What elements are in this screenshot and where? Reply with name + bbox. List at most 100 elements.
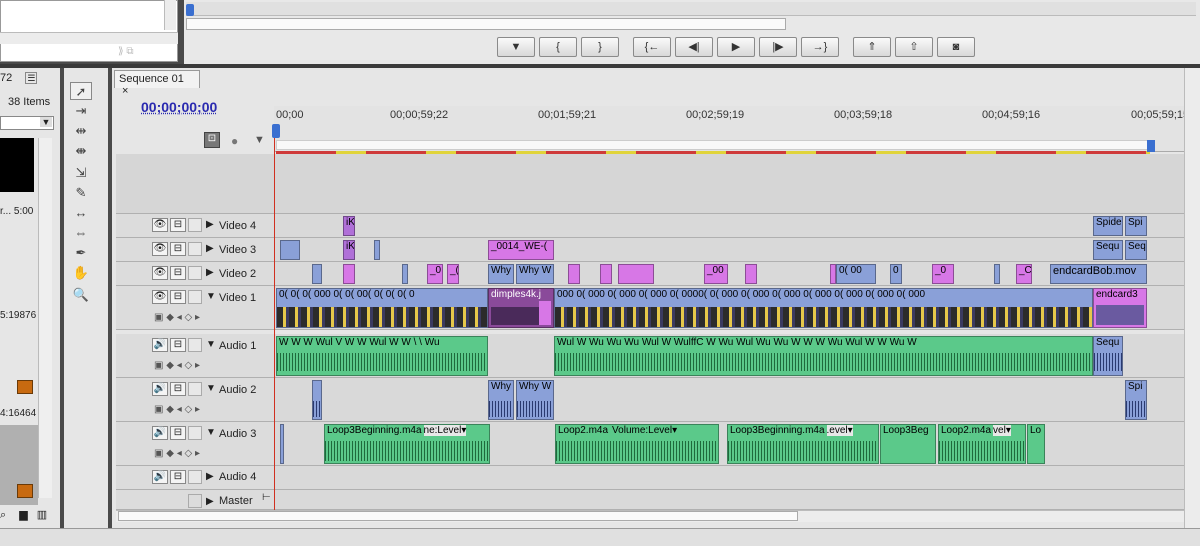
clip-v2-e[interactable]: _( <box>447 264 459 284</box>
rolling-edit-tool-icon[interactable]: ⇼ <box>70 142 92 160</box>
clip-v2-why2[interactable]: Why W <box>516 264 554 284</box>
sync-lock-icon[interactable]: ⊟ <box>170 382 186 396</box>
chevron-right-icon[interactable]: ▶ <box>206 496 214 507</box>
slip-tool-icon[interactable]: ↔ <box>70 204 92 222</box>
export-frame-button[interactable]: ◙ <box>937 37 975 57</box>
clip-a2-why1[interactable]: Why <box>488 380 514 420</box>
clip-a3-loop3beg[interactable]: Loop3Beg <box>880 424 936 464</box>
clip-v2-g[interactable] <box>600 264 612 284</box>
track-lock-icon[interactable] <box>188 266 202 280</box>
clip-v2-m[interactable]: 0 <box>890 264 902 284</box>
eye-icon[interactable]: 👁 <box>152 290 168 304</box>
clip-v1-dimples[interactable]: dimples4k.j <box>488 288 554 328</box>
track-lock-icon[interactable] <box>188 242 202 256</box>
chevron-down-icon[interactable]: ▼ <box>206 291 216 302</box>
clip-v3-small2[interactable] <box>374 240 380 260</box>
track-lock-icon[interactable] <box>188 426 202 440</box>
clip-v3-sequ[interactable]: Sequ <box>1093 240 1123 260</box>
chevron-right-icon[interactable]: ▶ <box>206 267 214 278</box>
rate-stretch-tool-icon[interactable]: ⇲ <box>70 164 92 182</box>
monitor-playhead-icon[interactable] <box>186 4 194 16</box>
clip-v1-main-a[interactable]: 0( 0( 0( 000 0( 0( 00( 0( 0( 0( 0 <box>276 288 488 328</box>
clip-v2-why1[interactable]: Why <box>488 264 514 284</box>
a3-volume-label[interactable]: Volume:Level▾ <box>612 425 677 436</box>
track-lock-icon[interactable] <box>188 218 202 232</box>
chevron-down-icon[interactable]: ▼ <box>206 339 216 350</box>
go-to-out-button[interactable]: →} <box>801 37 839 57</box>
speaker-icon[interactable]: 🔊 <box>152 382 168 396</box>
chevron-right-icon[interactable]: ▶ <box>206 219 214 230</box>
chevron-right-icon[interactable]: ▶ <box>206 471 214 482</box>
marker-icon[interactable]: ▼ <box>254 134 265 146</box>
a3-level2-label[interactable]: .evel▾ <box>826 425 853 436</box>
track-lock-icon[interactable] <box>188 290 202 304</box>
clip-a3-lo[interactable]: Lo <box>1027 424 1045 464</box>
clip-v2-o[interactable] <box>994 264 1000 284</box>
clip-v2-f[interactable] <box>568 264 580 284</box>
mark-in-button[interactable]: { <box>539 37 577 57</box>
play-button[interactable]: ▶ <box>717 37 755 57</box>
snap-icon[interactable]: ⊡ <box>204 132 220 148</box>
keyframe-nav-icon[interactable]: ▣ ◆ ◂ ◇ ▸ <box>154 312 200 323</box>
timeline-hscroll-thumb[interactable] <box>118 511 798 521</box>
clip-a3-loop3a[interactable]: Loop3Beginning.m4a ne:Level▾ <box>324 424 490 464</box>
clip-v3-we[interactable]: _0014_WE-( <box>488 240 554 260</box>
keyframe-nav-icon[interactable]: ▣ ◆ ◂ ◇ ▸ <box>154 404 200 415</box>
speaker-icon[interactable]: 🔊 <box>152 426 168 440</box>
sync-lock-icon[interactable]: ⊟ <box>170 266 186 280</box>
track-lock-icon[interactable] <box>188 338 202 352</box>
clip-v2-l[interactable]: 0( 00 <box>836 264 876 284</box>
clip-a1-sequ[interactable]: Sequ <box>1093 336 1123 376</box>
track-select-tool-icon[interactable]: ⇥ <box>70 102 92 120</box>
tab-sequence-01[interactable]: Sequence 01 × <box>114 70 200 97</box>
ruler-scrollbar[interactable] <box>1184 68 1200 528</box>
keyframe-nav-icon[interactable]: ▣ ◆ ◂ ◇ ▸ <box>154 360 200 371</box>
sync-lock-icon[interactable]: ⊟ <box>170 426 186 440</box>
clip-v2-p[interactable]: _C <box>1016 264 1032 284</box>
clip-a1-main-a[interactable]: W W W Wul V W W Wul W W \ \ Wu <box>276 336 488 376</box>
project-tab[interactable]: 72 ☰ <box>0 72 58 88</box>
clip-v2-b[interactable] <box>343 264 355 284</box>
clip-a3-loop3b[interactable]: Loop3Beginning.m4a .evel▾ <box>727 424 879 464</box>
master-blank-icon[interactable] <box>188 494 202 508</box>
hand-tool-icon[interactable]: ✋ <box>70 264 92 282</box>
clip-a2-small[interactable] <box>312 380 322 420</box>
sync-lock-icon[interactable]: ⊟ <box>170 218 186 232</box>
master-expand-icon[interactable]: ⊢ <box>262 492 271 503</box>
clip-v3-seq[interactable]: Seq <box>1125 240 1147 260</box>
keyframe-icon[interactable]: ● <box>231 134 238 148</box>
clip-a2-spi[interactable]: Spi <box>1125 380 1147 420</box>
chevron-down-icon[interactable]: ▼ <box>206 383 216 394</box>
ripple-edit-tool-icon[interactable]: ⇹ <box>70 122 92 140</box>
mark-out-button[interactable]: } <box>581 37 619 57</box>
eye-icon[interactable]: 👁 <box>152 266 168 280</box>
clip-v3-small[interactable] <box>280 240 300 260</box>
step-forward-button[interactable]: |▶ <box>759 37 797 57</box>
eye-icon[interactable]: 👁 <box>152 242 168 256</box>
clip-v2-a[interactable] <box>312 264 322 284</box>
clip-v2-d[interactable]: _0 <box>427 264 443 284</box>
monitor-timeline-bar[interactable] <box>186 2 1196 16</box>
search-icon[interactable]: ⌕ <box>0 509 6 521</box>
folder-icon[interactable]: ▆ <box>19 509 27 521</box>
sync-lock-icon[interactable]: ⊟ <box>170 290 186 304</box>
clip-v2-i[interactable]: _00 <box>704 264 728 284</box>
clip-v2-h[interactable] <box>618 264 654 284</box>
chevron-right-icon[interactable]: ▶ <box>206 243 214 254</box>
clip-v2-n[interactable]: _0 <box>932 264 954 284</box>
clip-v4-spi[interactable]: Spi <box>1125 216 1147 236</box>
razor-tool-icon[interactable]: ✎ <box>70 184 92 202</box>
sync-lock-icon[interactable]: ⊟ <box>170 242 186 256</box>
clip-a3-loop2a[interactable]: Loop2.m4a Volume:Level▾ <box>555 424 719 464</box>
track-lock-icon[interactable] <box>188 470 202 484</box>
clip-a1-main-b[interactable]: Wul W Wu Wu Wu Wul W WulffC W Wu Wul Wu … <box>554 336 1093 376</box>
selection-tool-icon[interactable]: ➚ <box>70 82 92 100</box>
close-icon[interactable]: × <box>122 85 128 97</box>
lift-button[interactable]: ⇑ <box>853 37 891 57</box>
clip-v2-endcard[interactable]: endcardBob.mov <box>1050 264 1147 284</box>
trash-icon[interactable]: ▥ <box>37 509 47 521</box>
clip-v4-ik[interactable]: iK <box>343 216 355 236</box>
project-dropdown[interactable]: ▼ <box>0 116 54 130</box>
speaker-icon[interactable]: 🔊 <box>152 470 168 484</box>
clip-a3-loop2b[interactable]: Loop2.m4a vel▾ <box>938 424 1026 464</box>
